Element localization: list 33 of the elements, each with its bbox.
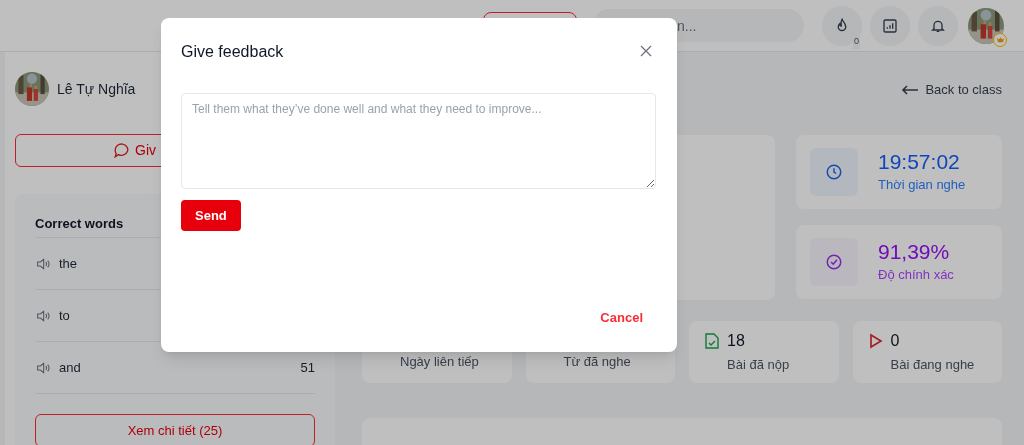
close-icon [639, 44, 653, 58]
stat-value: 91,39% [878, 238, 951, 265]
card-title: Correct words [35, 215, 124, 233]
cancel-button[interactable]: Cancel [600, 307, 643, 327]
back-link[interactable]: Back to class [901, 80, 1002, 100]
stat-value: 19:57:02 [878, 148, 961, 175]
student-name: Lê Tự Nghĩa [57, 79, 136, 99]
arrow-left-icon [901, 83, 920, 96]
streak-count: 0 [853, 35, 860, 49]
word-text: and [59, 358, 82, 377]
chart-icon [882, 17, 898, 34]
clock-icon [825, 162, 843, 181]
summary-value: 0 [890, 330, 900, 351]
summary-label: Bài đang nghe [890, 355, 976, 374]
dialog-title: Give feedback [181, 42, 284, 62]
notification-button[interactable] [918, 5, 958, 46]
stats-button[interactable] [870, 5, 910, 46]
summary-label: Từ đã nghe [563, 353, 632, 372]
word-text: the [59, 254, 79, 273]
check-badge-icon [825, 252, 843, 271]
stat-label: Thời gian nghe [878, 175, 966, 194]
feedback-textarea[interactable]: Tell them what they’ve done well and what they need to improve... [181, 93, 656, 189]
stat-label: Độ chính xác [878, 265, 954, 284]
word-count: 51 [300, 358, 315, 377]
streak-button[interactable]: 0 [822, 5, 862, 46]
summary-value: 18 [727, 330, 745, 351]
summary-label: Ngày liên tiếp [400, 353, 480, 372]
document-check-icon [705, 332, 719, 349]
chat-icon [114, 143, 129, 158]
word-text: to [59, 306, 71, 325]
send-button[interactable]: Send [181, 200, 241, 231]
play-icon [868, 332, 883, 349]
summary-label: Bài đã nộp [727, 355, 791, 374]
